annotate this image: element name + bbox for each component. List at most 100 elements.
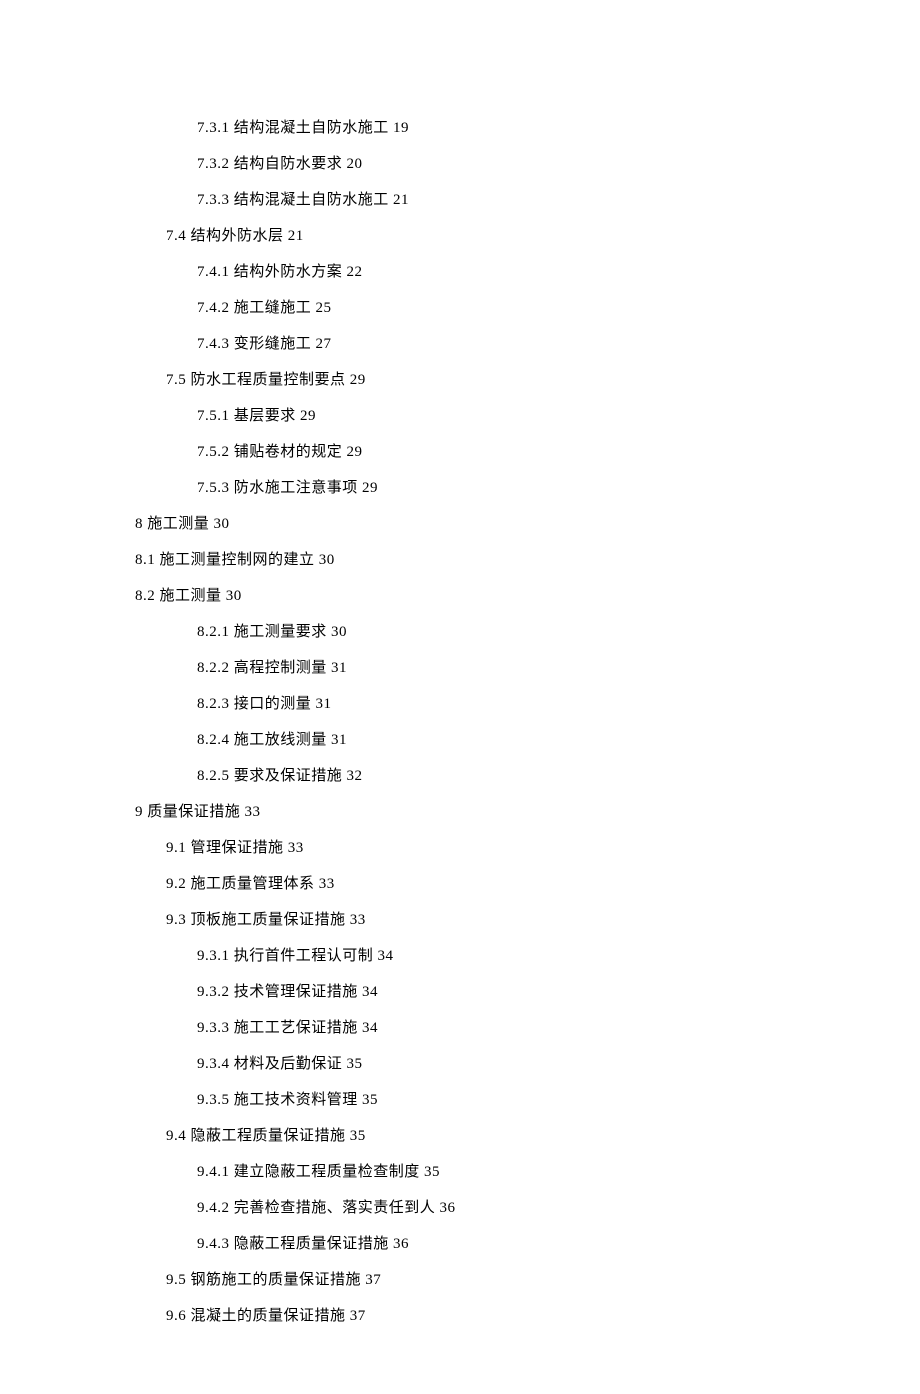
toc-entry-title: 隐蔽工程质量保证措施: [234, 1236, 389, 1252]
toc-entry-title: 钢筋施工的质量保证措施: [191, 1272, 362, 1288]
toc-entry-number: 9.3.5: [197, 1092, 230, 1108]
toc-entry: 7.5.3 防水施工注意事项 29: [135, 470, 860, 506]
toc-entry-title: 管理保证措施: [191, 840, 284, 856]
toc-entry-title: 施工技术资料管理: [234, 1092, 358, 1108]
toc-entry-page: 37: [365, 1272, 381, 1288]
toc-entry-title: 要求及保证措施: [234, 768, 343, 784]
toc-entry: 7.3.1 结构混凝土自防水施工 19: [135, 110, 860, 146]
toc-entry-title: 施工测量: [147, 516, 209, 532]
toc-entry-page: 31: [331, 732, 347, 748]
toc-entry: 8 施工测量 30: [135, 506, 860, 542]
toc-entry-page: 35: [362, 1092, 378, 1108]
toc-entry-number: 9.5: [166, 1272, 186, 1288]
toc-entry-title: 施工工艺保证措施: [234, 1020, 358, 1036]
toc-entry-number: 8.2.5: [197, 768, 230, 784]
toc-entry-title: 铺贴卷材的规定: [234, 444, 343, 460]
toc-entry: 8.2.1 施工测量要求 30: [135, 614, 860, 650]
toc-entry-page: 30: [214, 516, 230, 532]
toc-entry-page: 29: [300, 408, 316, 424]
toc-entry-title: 技术管理保证措施: [234, 984, 358, 1000]
toc-entry-page: 21: [393, 192, 409, 208]
toc-entry-number: 8.2.4: [197, 732, 230, 748]
toc-entry-page: 30: [226, 588, 242, 604]
toc-entry: 7.4.2 施工缝施工 25: [135, 290, 860, 326]
toc-entry-page: 29: [347, 444, 363, 460]
toc-entry: 9 质量保证措施 33: [135, 794, 860, 830]
toc-entry: 7.4.3 变形缝施工 27: [135, 326, 860, 362]
toc-entry-number: 8.2.1: [197, 624, 230, 640]
toc-entry: 8.2.4 施工放线测量 31: [135, 722, 860, 758]
toc-entry-page: 31: [331, 660, 347, 676]
toc-entry-number: 9.4: [166, 1128, 186, 1144]
toc-entry-title: 施工测量要求: [234, 624, 327, 640]
toc-entry: 7.3.2 结构自防水要求 20: [135, 146, 860, 182]
toc-entry-title: 材料及后勤保证: [234, 1056, 343, 1072]
toc-entry-number: 9.3.3: [197, 1020, 230, 1036]
toc-entry-page: 33: [319, 876, 335, 892]
toc-entry: 9.3.2 技术管理保证措施 34: [135, 974, 860, 1010]
toc-entry: 9.2 施工质量管理体系 33: [135, 866, 860, 902]
toc-entry: 9.4 隐蔽工程质量保证措施 35: [135, 1118, 860, 1154]
toc-entry-page: 33: [288, 840, 304, 856]
toc-entry: 8.2.5 要求及保证措施 32: [135, 758, 860, 794]
toc-entry-title: 质量保证措施: [147, 804, 240, 820]
toc-entry-title: 结构外防水方案: [234, 264, 343, 280]
toc-entry: 8.2 施工测量 30: [135, 578, 860, 614]
toc-entry-title: 基层要求: [234, 408, 296, 424]
toc-entry-title: 施工缝施工: [234, 300, 312, 316]
toc-entry-page: 25: [316, 300, 332, 316]
toc-entry-number: 8.2: [135, 588, 155, 604]
toc-entry-page: 29: [350, 372, 366, 388]
toc-entry: 9.4.2 完善检查措施、落实责任到人 36: [135, 1190, 860, 1226]
toc-entry: 9.3 顶板施工质量保证措施 33: [135, 902, 860, 938]
toc-entry-title: 施工放线测量: [234, 732, 327, 748]
toc-entry-title: 接口的测量: [234, 696, 312, 712]
toc-entry-title: 结构自防水要求: [234, 156, 343, 172]
toc-entry-page: 20: [347, 156, 363, 172]
toc-entry-number: 7.4.2: [197, 300, 230, 316]
toc-entry-title: 施工质量管理体系: [191, 876, 315, 892]
toc-entry-title: 隐蔽工程质量保证措施: [191, 1128, 346, 1144]
toc-entry-title: 施工测量: [160, 588, 222, 604]
toc-entry-title: 防水工程质量控制要点: [191, 372, 346, 388]
toc-entry-page: 36: [440, 1200, 456, 1216]
toc-entry: 7.4 结构外防水层 21: [135, 218, 860, 254]
toc-entry: 9.4.1 建立隐蔽工程质量检查制度 35: [135, 1154, 860, 1190]
toc-entry-number: 8.2.2: [197, 660, 230, 676]
toc-entry-number: 8.2.3: [197, 696, 230, 712]
toc-entry: 9.1 管理保证措施 33: [135, 830, 860, 866]
toc-entry-page: 33: [245, 804, 261, 820]
toc-entry-number: 9.4.1: [197, 1164, 230, 1180]
toc-entry-number: 9.3.1: [197, 948, 230, 964]
toc-entry: 8.1 施工测量控制网的建立 30: [135, 542, 860, 578]
toc-entry-title: 建立隐蔽工程质量检查制度: [234, 1164, 420, 1180]
toc-entry-title: 施工测量控制网的建立: [160, 552, 315, 568]
toc-entry-number: 7.5.1: [197, 408, 230, 424]
toc-entry: 9.3.4 材料及后勤保证 35: [135, 1046, 860, 1082]
toc-entry-number: 9.6: [166, 1308, 186, 1324]
toc-entry-number: 9.3: [166, 912, 186, 928]
toc-entry-number: 9.2: [166, 876, 186, 892]
toc-entry-page: 33: [350, 912, 366, 928]
toc-entry: 7.5.2 铺贴卷材的规定 29: [135, 434, 860, 470]
toc-entry-title: 结构外防水层: [191, 228, 284, 244]
toc-page: 7.3.1 结构混凝土自防水施工 197.3.2 结构自防水要求 207.3.3…: [0, 0, 920, 1394]
toc-entry-number: 9.3.4: [197, 1056, 230, 1072]
toc-entry-number: 7.3.1: [197, 120, 230, 136]
toc-entry-number: 8: [135, 516, 143, 532]
toc-entry-page: 31: [316, 696, 332, 712]
toc-entry-number: 9.1: [166, 840, 186, 856]
toc-entry-page: 19: [393, 120, 409, 136]
toc-entry-number: 9.4.3: [197, 1236, 230, 1252]
toc-entry-number: 7.4.3: [197, 336, 230, 352]
toc-entry-page: 30: [331, 624, 347, 640]
toc-entry: 7.3.3 结构混凝土自防水施工 21: [135, 182, 860, 218]
toc-entry-number: 9.4.2: [197, 1200, 230, 1216]
toc-entry-title: 结构混凝土自防水施工: [234, 192, 389, 208]
toc-entry-page: 21: [288, 228, 304, 244]
toc-entry-page: 37: [350, 1308, 366, 1324]
toc-entry: 7.5 防水工程质量控制要点 29: [135, 362, 860, 398]
toc-entry-number: 7.5.3: [197, 480, 230, 496]
toc-entry-number: 9.3.2: [197, 984, 230, 1000]
toc-entry: 9.3.1 执行首件工程认可制 34: [135, 938, 860, 974]
